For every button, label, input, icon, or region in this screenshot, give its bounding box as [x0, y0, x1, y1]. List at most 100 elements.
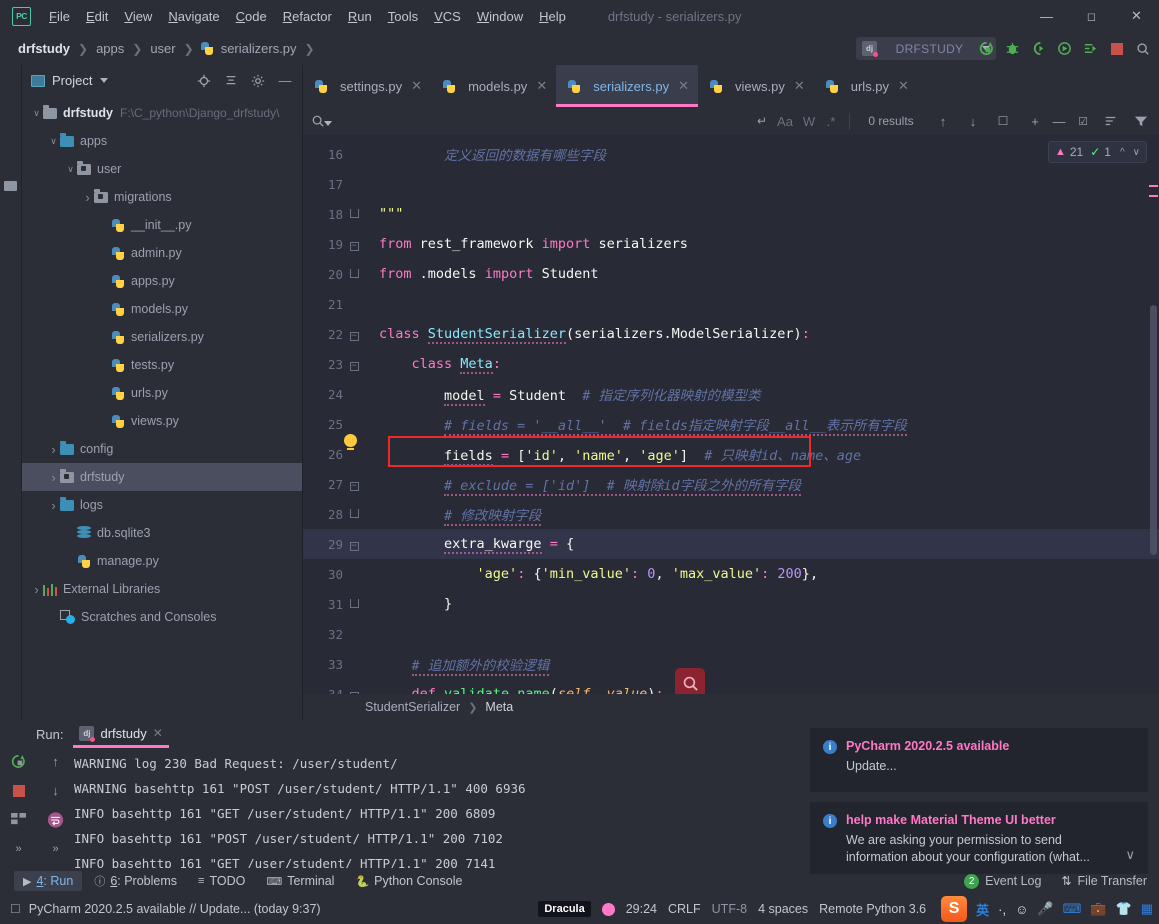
code-line-21[interactable]: 21 — [303, 289, 1159, 319]
toolbox-icon[interactable]: 💼 — [1090, 901, 1106, 917]
code-line-26[interactable]: 26 fields = ['id', 'name', 'age'] # 只映射i… — [303, 439, 1159, 469]
select-all-occurrences-icon[interactable]: ☑ — [1073, 115, 1093, 128]
code-line-23[interactable]: 23− class Meta: — [303, 349, 1159, 379]
bottom-tab-terminal[interactable]: ⌨ Terminal — [257, 871, 343, 891]
tree-item-models-py[interactable]: models.py — [22, 295, 302, 323]
locate-icon[interactable] — [197, 74, 211, 88]
more-left-icon[interactable]: » — [10, 840, 27, 857]
skin-icon[interactable]: 👕 — [1116, 901, 1132, 917]
search-history-chevron-icon[interactable] — [324, 120, 332, 126]
theme-indicator[interactable]: Dracula — [538, 901, 591, 917]
add-selection-icon[interactable]: + — [1025, 114, 1045, 129]
close-icon[interactable]: ✕ — [153, 726, 163, 740]
tree-item-admin-py[interactable]: admin.py — [22, 239, 302, 267]
tree-item-logs[interactable]: › logs — [22, 491, 302, 519]
new-line-icon[interactable]: ↵ — [752, 114, 772, 128]
bottom-tab-6--problems[interactable]: ⓘ 6: Problems — [85, 870, 186, 892]
menu-item-tools[interactable]: Tools — [380, 6, 426, 27]
breadcrumb-meta[interactable]: Meta — [485, 700, 513, 714]
next-occurrence-icon[interactable]: ↓ — [963, 114, 983, 129]
chevron-down-icon[interactable]: ∨ — [30, 108, 43, 119]
search-everywhere-icon[interactable] — [1134, 40, 1151, 57]
inspection-widget[interactable]: ▲ 21 ✓ 1 ^ ∨ — [1047, 141, 1147, 163]
menu-item-vcs[interactable]: VCS — [426, 6, 469, 27]
chevron-right-icon[interactable]: › — [30, 582, 43, 597]
code-line-31[interactable]: 31 } — [303, 589, 1159, 619]
chevron-down-icon[interactable]: ∨ — [64, 164, 77, 175]
regex-icon[interactable]: .* — [820, 114, 842, 129]
close-icon[interactable]: ✕ — [536, 78, 547, 94]
menu-item-file[interactable]: File — [41, 6, 78, 27]
code-line-32[interactable]: 32 — [303, 619, 1159, 649]
maximize-icon[interactable]: ◻ — [1069, 0, 1114, 32]
code-line-30[interactable]: 30 'age': {'min_value': 0, 'max_value': … — [303, 559, 1159, 589]
chevron-right-icon[interactable]: › — [81, 190, 94, 205]
editor-tab-settings-py[interactable]: settings.py ✕ — [303, 65, 431, 107]
code-line-16[interactable]: 16 定义返回的数据有哪些字段 — [303, 139, 1159, 169]
bottom-tab-python-console[interactable]: 🐍 Python Console — [346, 871, 471, 891]
error-stripe[interactable] — [1149, 185, 1158, 187]
tree-item-views-py[interactable]: views.py — [22, 407, 302, 435]
tree-item-scratches-and-consoles[interactable]: Scratches and Consoles — [22, 603, 302, 631]
debug-icon[interactable] — [1004, 40, 1021, 57]
minimize-icon[interactable]: — — [1024, 0, 1069, 32]
project-tree[interactable]: ∨ drfstudy F:\C_python\Django_drfstudy\ ∨ ap… — [22, 96, 302, 720]
breadcrumb-item-serializers-py[interactable]: serializers.py — [219, 39, 299, 58]
tree-item-serializers-py[interactable]: serializers.py — [22, 323, 302, 351]
code-line-18[interactable]: 18 """ — [303, 199, 1159, 229]
chevron-right-icon[interactable]: › — [47, 498, 60, 513]
settings-gear-icon[interactable] — [251, 74, 265, 88]
soft-wrap-icon[interactable] — [47, 811, 64, 828]
breadcrumb-item-user[interactable]: user — [148, 39, 177, 58]
tree-item-db-sqlite3[interactable]: db.sqlite3 — [22, 519, 302, 547]
code-line-29[interactable]: 29− extra_kwarge = { — [303, 529, 1159, 559]
inspection-up-icon[interactable]: ^ — [1120, 147, 1125, 158]
stop-icon[interactable] — [1108, 40, 1125, 57]
editor-breadcrumbs[interactable]: StudentSerializer ❯ Meta — [303, 694, 1159, 720]
sogou-icon[interactable]: S — [941, 896, 968, 922]
breadcrumb-item-apps[interactable]: apps — [94, 39, 126, 58]
menu-item-view[interactable]: View — [116, 6, 160, 27]
notification-body[interactable]: Update... — [846, 758, 1135, 775]
hide-icon[interactable]: — — [278, 73, 292, 88]
run-tab-drfstudy[interactable]: dj drfstudy ✕ — [73, 722, 170, 748]
chevron-right-icon[interactable]: › — [47, 442, 60, 457]
tree-item-migrations[interactable]: › migrations — [22, 183, 302, 211]
tree-item-urls-py[interactable]: urls.py — [22, 379, 302, 407]
tree-item-__init__-py[interactable]: __init__.py — [22, 211, 302, 239]
fold-marker[interactable]: − — [343, 478, 365, 491]
inspection-down-icon[interactable]: ∨ — [1133, 147, 1140, 158]
code-line-25[interactable]: 25 # fields = '__all__' # fields指定映射字段__… — [303, 409, 1159, 439]
tree-item-apps[interactable]: ∨ apps — [22, 127, 302, 155]
chevron-down-icon[interactable] — [100, 78, 109, 83]
filter-icon[interactable] — [1131, 114, 1151, 128]
match-case-icon[interactable]: Aa — [772, 114, 798, 129]
breadcrumb-item-drfstudy[interactable]: drfstudy — [16, 39, 72, 58]
close-icon[interactable]: ✕ — [898, 78, 909, 94]
chevron-right-icon[interactable]: › — [47, 470, 60, 485]
punctuation-icon[interactable]: ·, — [998, 902, 1006, 917]
close-icon[interactable]: ✕ — [794, 78, 805, 94]
run-icon[interactable] — [978, 40, 995, 57]
intention-bulb-icon[interactable] — [344, 434, 357, 450]
fold-marker[interactable]: − — [343, 538, 365, 551]
bottom-tab-todo[interactable]: ≡ TODO — [189, 871, 254, 891]
code-line-19[interactable]: 19− from rest_framework import serializer… — [303, 229, 1159, 259]
caret-position[interactable]: 29:24 — [626, 902, 657, 916]
close-icon[interactable]: ✕ — [1114, 0, 1159, 32]
code-line-28[interactable]: 28 # 修改映射字段 — [303, 499, 1159, 529]
collapse-all-icon[interactable] — [224, 74, 238, 88]
bottom-tab-4--run[interactable]: ▶ 4: Run — [14, 871, 83, 891]
run-coverage-icon[interactable] — [1030, 40, 1047, 57]
editor-tab-views-py[interactable]: views.py ✕ — [698, 65, 814, 107]
emoji-icon[interactable]: ☺ — [1015, 902, 1028, 917]
error-stripe[interactable] — [1149, 195, 1158, 197]
editor-tab-urls-py[interactable]: urls.py ✕ — [814, 65, 918, 107]
search-input[interactable] — [340, 113, 752, 129]
fold-marker[interactable]: − — [343, 238, 365, 251]
menu-item-help[interactable]: Help — [531, 6, 574, 27]
open-in-find-window-icon[interactable] — [1101, 114, 1121, 128]
code-editor[interactable]: 16 定义返回的数据有哪些字段 17 18 """ 19− from rest_frame… — [303, 135, 1159, 694]
fold-marker[interactable] — [343, 208, 365, 221]
more-right-icon[interactable]: » — [47, 840, 64, 857]
